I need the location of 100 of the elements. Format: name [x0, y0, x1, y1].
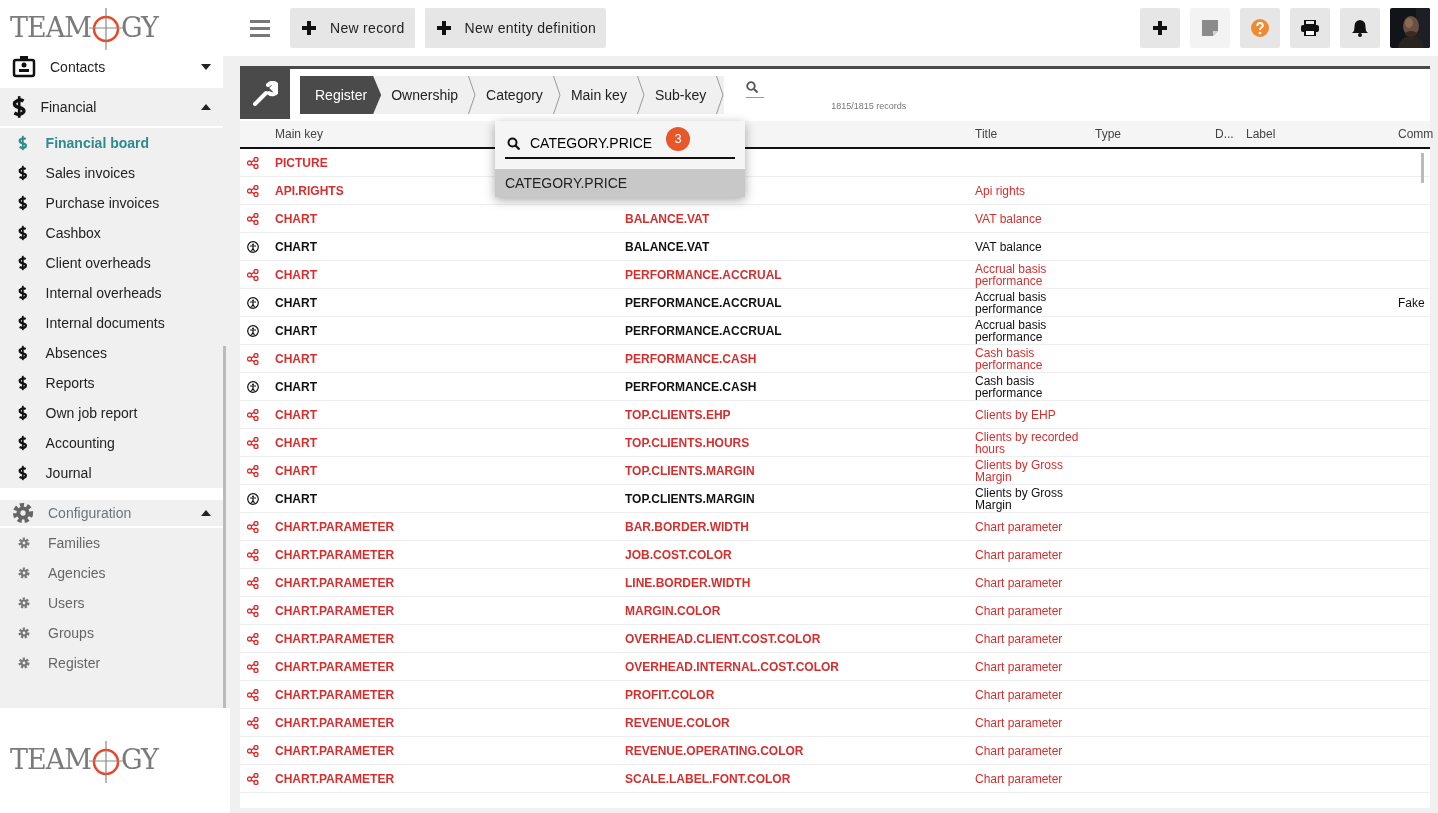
dollar-icon: [12, 95, 27, 119]
sidebar-item[interactable]: Own job report: [0, 398, 223, 428]
table-cell-text: TOP.CLIENTS.HOURS: [625, 434, 750, 452]
menu-group[interactable]: Contacts: [0, 56, 223, 88]
add-button[interactable]: [1140, 8, 1180, 48]
sidebar-item[interactable]: Absences: [0, 338, 223, 368]
table-cell: Chart parameter: [975, 688, 1063, 701]
table-cell-text: CHART.PARAMETER: [275, 770, 395, 788]
logo: TEAM GY: [10, 6, 158, 50]
table-cell-text: API.RIGHTS: [275, 182, 344, 200]
dollar-icon: [18, 225, 28, 241]
table-cell-text: PERFORMANCE.ACCRUAL: [625, 266, 782, 284]
dollar-icon: [18, 405, 28, 421]
table-cell-text: CHART: [275, 434, 317, 452]
sidebar-item[interactable]: Internal documents: [0, 308, 223, 338]
gear-icon: [12, 502, 34, 524]
table-cell-text: Accrual basis performance: [975, 290, 1048, 315]
gear-icon: [18, 567, 30, 579]
gear-icon: [18, 657, 30, 669]
table-cell-text: CHART.PARAMETER: [275, 630, 395, 648]
breadcrumb-item[interactable]: Sub-key: [644, 76, 725, 114]
breadcrumb-item[interactable]: Main key: [560, 76, 645, 114]
column-header[interactable]: Type: [1095, 125, 1215, 143]
sidebar-item[interactable]: Financial board: [0, 128, 223, 158]
user-avatar[interactable]: [1390, 8, 1430, 48]
table-cell-text: Accrual basis performance: [975, 262, 1048, 287]
table-cell: Clients by EHP: [975, 408, 1056, 421]
plus-icon: [436, 21, 451, 35]
record-count: 1815/1815 records: [831, 100, 907, 114]
table-cell-text: CHART: [275, 238, 317, 256]
scrollbar[interactable]: [223, 346, 226, 708]
column-header[interactable]: Label: [1246, 125, 1398, 143]
table-cell-text: CHART.PARAMETER: [275, 518, 395, 536]
table-cell: Chart parameter: [975, 520, 1063, 533]
logo: TEAM GY: [10, 738, 158, 783]
print-button[interactable]: [1290, 8, 1330, 48]
table-cell: Chart parameter: [975, 772, 1063, 785]
sidebar-item[interactable]: Agencies: [0, 558, 223, 588]
table-cell-text: PERFORMANCE.CASH: [625, 378, 757, 396]
sidebar-item[interactable]: Users: [0, 588, 223, 618]
scrollbar[interactable]: [1421, 153, 1424, 183]
table-cell-text: PERFORMANCE.ACCRUAL: [625, 294, 782, 312]
dollar-icon: [18, 255, 28, 271]
dollar-icon: [18, 315, 28, 331]
sidebar-item[interactable]: Journal: [0, 458, 223, 488]
menu-group[interactable]: Configuration: [0, 488, 223, 528]
sidebar-item[interactable]: Cashbox: [0, 218, 223, 248]
table-cell-text: Cash basis performance: [975, 346, 1044, 371]
table-cell-text: Cash basis performance: [975, 374, 1044, 399]
sidebar-item[interactable]: Register: [0, 648, 223, 678]
table-cell-text: Clients by Gross Margin: [975, 458, 1065, 483]
table-cell-text: BALANCE.VAT: [625, 238, 710, 256]
gear-icon: [18, 627, 30, 639]
column-header[interactable]: Title: [975, 125, 1095, 143]
menu-icon[interactable]: [250, 19, 272, 37]
table-cell-text: CHART.PARAMETER: [275, 714, 395, 732]
plus-icon: [302, 21, 316, 35]
chevron-icon: [716, 76, 725, 114]
table-cell-text: REVENUE.COLOR: [625, 714, 730, 732]
table-cell-text: OVERHEAD.CLIENT.COST.COLOR: [625, 630, 821, 648]
search-field[interactable]: CATEGORY.PRICE: [530, 132, 656, 154]
table-cell-text: SCALE.LABEL.FONT.COLOR: [625, 770, 791, 788]
table-cell-text: BAR.BORDER.WIDTH: [625, 518, 749, 536]
new-button[interactable]: New entity definition: [424, 8, 607, 48]
sidebar-item[interactable]: Reports: [0, 368, 223, 398]
table-cell-text: CHART: [275, 406, 317, 424]
dollar-icon: [18, 465, 28, 481]
sidebar-item[interactable]: Client overheads: [0, 248, 223, 278]
plus-icon: [1153, 21, 1167, 35]
column-header[interactable]: D...: [1215, 125, 1246, 143]
sidebar-item[interactable]: Accounting: [0, 428, 223, 458]
table-cell-text: CHART: [275, 322, 317, 340]
dollar-icon: [18, 165, 28, 181]
table-cell-text: CHART: [275, 350, 317, 368]
sidebar-item[interactable]: Sales invoices: [0, 158, 223, 188]
table-cell-text: PERFORMANCE.ACCRUAL: [625, 322, 782, 340]
help-button[interactable]: [1240, 8, 1280, 48]
help-icon: [1251, 19, 1269, 37]
table-cell-text: CHART.PARAMETER: [275, 742, 395, 760]
new-button[interactable]: New record: [290, 8, 415, 48]
dollar-icon: [18, 285, 28, 301]
table-cell-text: CHART: [275, 210, 317, 228]
breadcrumb-item[interactable]: Category: [476, 76, 561, 114]
sidebar-item[interactable]: Internal overheads: [0, 278, 223, 308]
notifications-button[interactable]: [1340, 8, 1380, 48]
dollar-icon: [18, 345, 28, 361]
breadcrumb-item[interactable]: Register: [300, 76, 382, 114]
dollar-icon: [18, 435, 28, 451]
breadcrumb-item[interactable]: Ownership: [381, 76, 477, 114]
wrench-icon: [252, 81, 278, 107]
table-cell-text: BALANCE.VAT: [625, 210, 710, 228]
tools-button[interactable]: [240, 69, 290, 119]
table-cell-text: PICTURE: [275, 154, 328, 172]
sidebar-item[interactable]: Purchase invoices: [0, 188, 223, 218]
dropdown-option[interactable]: CATEGORY.PRICE: [495, 169, 745, 197]
bell-icon: [1352, 19, 1368, 37]
column-header[interactable]: Comm: [1398, 125, 1434, 143]
chevron-icon: [636, 76, 645, 114]
sidebar-item[interactable]: Groups: [0, 618, 223, 648]
sidebar-item[interactable]: Families: [0, 528, 223, 558]
